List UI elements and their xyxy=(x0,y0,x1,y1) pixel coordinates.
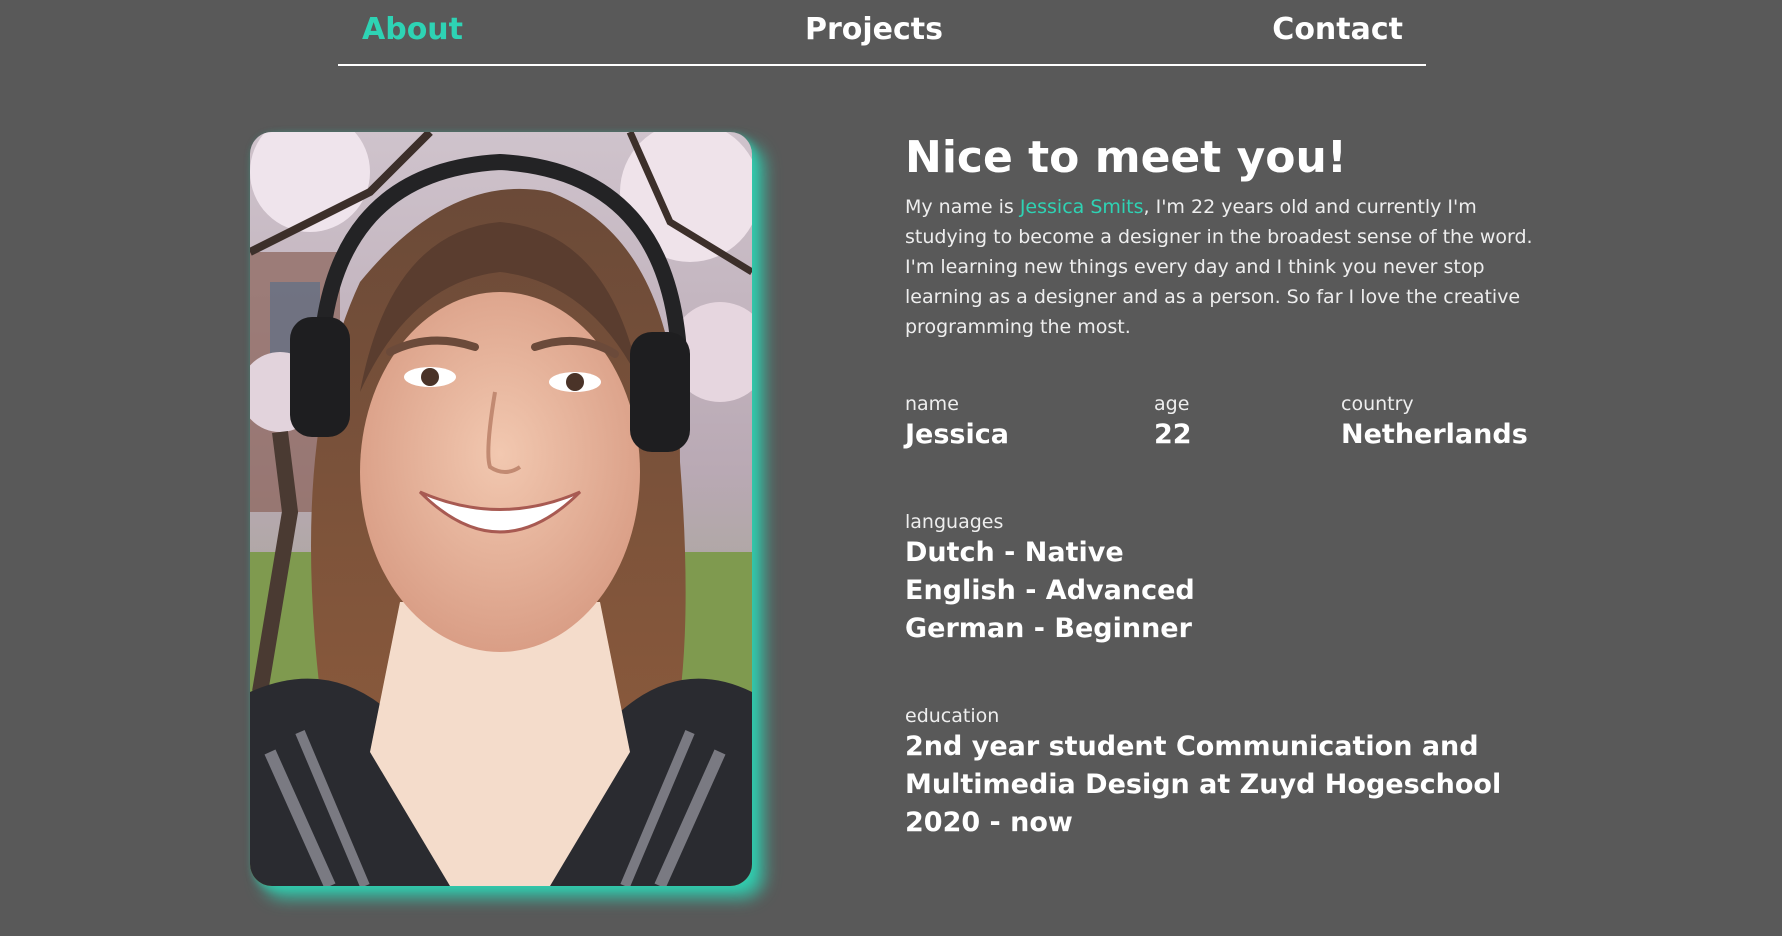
languages-section: languages Dutch - Native English - Advan… xyxy=(905,510,1195,648)
nav-link-about[interactable]: About xyxy=(362,10,463,50)
info-name: name Jessica xyxy=(905,392,1009,454)
bio-text-start: My name is xyxy=(905,196,1020,218)
language-item: Dutch - Native xyxy=(905,537,1124,568)
profile-photo xyxy=(250,132,752,886)
bio-paragraph: My name is Jessica Smits, I'm 22 years o… xyxy=(905,192,1535,342)
page-title: Nice to meet you! xyxy=(905,132,1347,183)
age-value: 22 xyxy=(1154,419,1192,450)
about-content: Nice to meet you! My name is Jessica Smi… xyxy=(905,130,1535,838)
languages-label: languages xyxy=(905,511,1004,533)
education-line: Multimedia Design at Zuyd Hogeschool xyxy=(905,769,1502,800)
nav-link-projects[interactable]: Projects xyxy=(805,10,943,50)
country-value: Netherlands xyxy=(1341,419,1528,450)
age-label: age xyxy=(1154,393,1190,415)
language-item: English - Advanced xyxy=(905,575,1195,606)
education-section: education 2nd year student Communication… xyxy=(905,704,1501,842)
education-line: 2nd year student Communication and xyxy=(905,731,1479,762)
name-value: Jessica xyxy=(905,419,1009,450)
info-country: country Netherlands xyxy=(1341,392,1528,454)
bio-name-highlight: Jessica Smits xyxy=(1019,196,1144,218)
education-line: 2020 - now xyxy=(905,807,1073,838)
main-nav: About Projects Contact xyxy=(338,0,1426,66)
personal-info: name Jessica age 22 country Netherlands xyxy=(905,392,1565,462)
info-age: age 22 xyxy=(1154,392,1192,454)
language-item: German - Beginner xyxy=(905,613,1192,644)
education-label: education xyxy=(905,705,1000,727)
nav-link-contact[interactable]: Contact xyxy=(1272,10,1403,50)
name-label: name xyxy=(905,393,959,415)
country-label: country xyxy=(1341,393,1414,415)
